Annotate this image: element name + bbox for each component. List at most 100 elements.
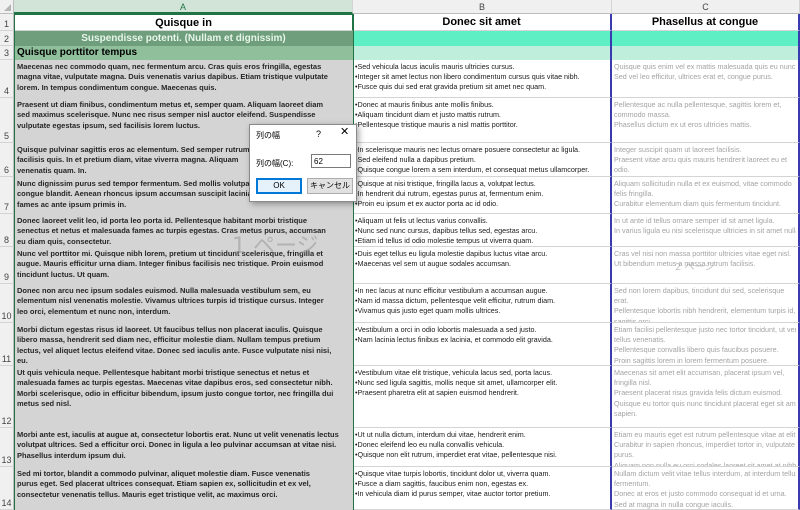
cell-text-line: magna vitae, vulputate magna. Duis venen… [17, 72, 328, 82]
cell-text-line: •Aliquam tincidunt diam et justo mattis … [355, 110, 501, 120]
dialog-title: 列の幅 [256, 131, 280, 140]
table-cell-b[interactable]: •Sed vehicula lacus iaculis mauris ultri… [353, 60, 612, 98]
cell-text-line: •Vivamus quis justo eget quam mollis ult… [355, 306, 501, 316]
cell-text-line: eu diam quis, consectetur. [17, 236, 112, 246]
table-cell-b[interactable]: •Donec at mauris finibus ante mollis fin… [353, 98, 612, 143]
row-header[interactable]: 6 [0, 143, 14, 177]
cell-text-line: •Quisque at nisi tristique, fringilla la… [355, 179, 536, 188]
table-cell-a[interactable]: Morbi ante est, iaculis at augue at, con… [14, 428, 353, 467]
column-header-c[interactable]: C [612, 0, 800, 14]
row-header[interactable]: 14 [0, 467, 14, 510]
cell-c3-band[interactable] [612, 46, 800, 60]
row-header[interactable]: 11 [0, 323, 14, 366]
row-number: 6 [3, 165, 9, 175]
cell-text-line: •Sed eleifend nulla a dapibus pretium. [355, 155, 476, 165]
cell-text-line: sed maximus scelerisque. Nunc nec risus … [17, 110, 316, 120]
row-header[interactable]: 5 [0, 98, 14, 143]
cell-text-line: •Maecenas vel sem ut augue sodales accum… [355, 259, 511, 269]
cell-b3-band[interactable] [353, 46, 612, 60]
cell-text-line: tellus venenatis. [614, 335, 666, 345]
table-cell-c[interactable]: Maecenas sit amet elit accumsan, placera… [612, 366, 800, 428]
table-cell-c[interactable]: Nullam dictum velit vitae tellus interdu… [612, 467, 800, 510]
cell-b2-band[interactable] [353, 31, 612, 46]
row-header[interactable]: 4 [0, 60, 14, 98]
table-cell-b[interactable]: •Ut ut nulla dictum, interdum dui vitae,… [353, 428, 612, 467]
cell-a3-section-title[interactable]: Quisque porttitor tempus [14, 46, 353, 60]
select-all-corner[interactable] [0, 0, 14, 14]
table-cell-a[interactable]: Ut quis vehicula neque. Pellentesque hab… [14, 366, 353, 428]
column-width-input[interactable] [311, 154, 351, 168]
cell-text-line: Pellentesque lobortis nibh hendrerit, el… [614, 306, 796, 316]
cell-text-line: Phasellus dictum ex ut eros ultricies ma… [614, 120, 752, 130]
cell-text-line: •Pellentesque tristique mauris a nisl ma… [355, 120, 518, 130]
cell-text-line: augue. Mauris efficitur urna diam. Integ… [17, 259, 324, 269]
cell-text-line: Sed vel leo efficitur, ultrices erat et,… [614, 72, 773, 82]
table-cell-b[interactable]: •Aliquam ut felis ut lectus varius conva… [353, 214, 612, 247]
table-cell-b[interactable]: •Vestibulum vitae elit tristique, vehicu… [353, 366, 612, 428]
cell-text-line: sapien. [614, 408, 638, 418]
cell-text-line: •In scelerisque mauris nec lectus ornare… [355, 145, 581, 154]
table-cell-c[interactable]: Etiam eu mauris eget est rutrum pellente… [612, 428, 800, 467]
cell-text-line: •Nunc sed ligula sagittis, mollis neque … [355, 378, 558, 388]
cell-text-line: •Vestibulum a orci in odio lobortis male… [355, 325, 537, 334]
row-header[interactable]: 7 [0, 177, 14, 214]
row-header[interactable]: 1 [0, 14, 14, 31]
table-cell-c[interactable]: Sed non lorem dapibus, tincidunt dui sed… [612, 284, 800, 323]
table-cell-a[interactable]: Morbi dictum egestas risus id laoreet. U… [14, 323, 353, 366]
table-cell-c[interactable]: Integer suscipit quam ut laoreet facilis… [612, 143, 800, 177]
row-number: 13 [1, 455, 12, 465]
row-header[interactable]: 8 [0, 214, 14, 247]
cell-text-line: Quisque quis enim vel ex mattis malesuad… [614, 62, 796, 71]
table-cell-a[interactable]: Donec non arcu nec ipsum sodales euismod… [14, 284, 353, 323]
row-number: 12 [1, 416, 12, 426]
table-cell-a[interactable]: Nunc vel porttitor mi. Quisque nibh lore… [14, 247, 353, 284]
spreadsheet: A B C 1 2 3 4 5 6 7 8 9 10 11 12 13 14 Quisque in Don… [0, 0, 800, 510]
cancel-button[interactable]: キャンセル [307, 178, 353, 194]
cell-a2-band-title[interactable]: Suspendisse potenti. (Nullam et dignissi… [14, 31, 353, 46]
cell-text-line: •Donec eleifend leo eu nulla convallis v… [355, 440, 505, 450]
cell-c2-band[interactable] [612, 31, 800, 46]
row-number: 8 [3, 235, 9, 245]
cell-text-line: Quisque eu tortor quis nunc tincidunt pl… [614, 398, 796, 408]
table-cell-c[interactable]: Aliquam sollicitudin nulla et ex euismod… [612, 177, 800, 214]
cell-text-line: eu. [17, 355, 28, 365]
cell-text-line: tincidunt luctus. Ut quam. [17, 269, 110, 279]
ok-button[interactable]: OK [256, 178, 302, 194]
table-cell-c[interactable]: In ut ante id tellus ornare semper id si… [612, 214, 800, 247]
table-cell-a[interactable]: Donec laoreet velit leo, id porta leo po… [14, 214, 353, 247]
cell-text-line: Nunc vel porttitor mi. Quisque nibh lore… [17, 249, 323, 258]
row-header[interactable]: 9 [0, 247, 14, 284]
table-cell-c[interactable]: Quisque quis enim vel ex mattis malesuad… [612, 60, 800, 98]
table-cell-b[interactable]: •In scelerisque mauris nec lectus ornare… [353, 143, 612, 177]
cell-b1-header[interactable]: Donec sit amet [353, 14, 612, 31]
table-cell-b[interactable]: •Duis eget tellus eu ligula molestie dap… [353, 247, 612, 284]
help-button[interactable]: ? [316, 129, 321, 139]
table-cell-b[interactable]: •Vestibulum a orci in odio lobortis male… [353, 323, 612, 366]
column-header-a[interactable]: A [14, 0, 353, 14]
row-header[interactable]: 2 [0, 31, 14, 46]
row-header[interactable]: 10 [0, 284, 14, 323]
column-header-b[interactable]: B [353, 0, 612, 14]
table-cell-b[interactable]: •Quisque at nisi tristique, fringilla la… [353, 177, 612, 214]
cell-text-line: Donec laoreet velit leo, id porta leo po… [17, 216, 308, 225]
cell-text-line: Morbi dictum egestas risus id laoreet. U… [17, 325, 323, 334]
close-icon[interactable]: ✕ [340, 127, 349, 138]
cell-text-line: •Aliquam ut felis ut lectus varius conva… [355, 216, 488, 225]
table-cell-c[interactable]: Pellentesque ac nulla pellentesque, sagi… [612, 98, 800, 143]
row-header[interactable]: 3 [0, 46, 14, 60]
table-cell-b[interactable]: •In nec lacus at nunc efficitur vestibul… [353, 284, 612, 323]
row-number: 11 [1, 354, 12, 364]
cell-text-line: •In nec lacus at nunc efficitur vestibul… [355, 286, 548, 295]
table-cell-c[interactable]: Cras vel nisi non massa porttitor ultric… [612, 247, 800, 284]
cell-a1-header[interactable]: Quisque in [14, 14, 353, 31]
cell-c1-header[interactable]: Phasellus at congue [612, 14, 800, 31]
table-cell-b[interactable]: •Quisque vitae turpis lobortis, tincidun… [353, 467, 612, 510]
table-cell-c[interactable]: Etiam facilisi pellentesque justo nec to… [612, 323, 800, 366]
row-header[interactable]: 13 [0, 428, 14, 467]
row-number: 2 [3, 34, 9, 44]
cell-text-line: •Sed vehicula lacus iaculis mauris ultri… [355, 62, 515, 71]
row-number: 10 [1, 311, 12, 321]
row-header[interactable]: 12 [0, 366, 14, 428]
table-cell-a[interactable]: Maecenas nec commodo quam, nec fermentum… [14, 60, 353, 98]
table-cell-a[interactable]: Sed mi tortor, blandit a commodo pulvina… [14, 467, 353, 510]
